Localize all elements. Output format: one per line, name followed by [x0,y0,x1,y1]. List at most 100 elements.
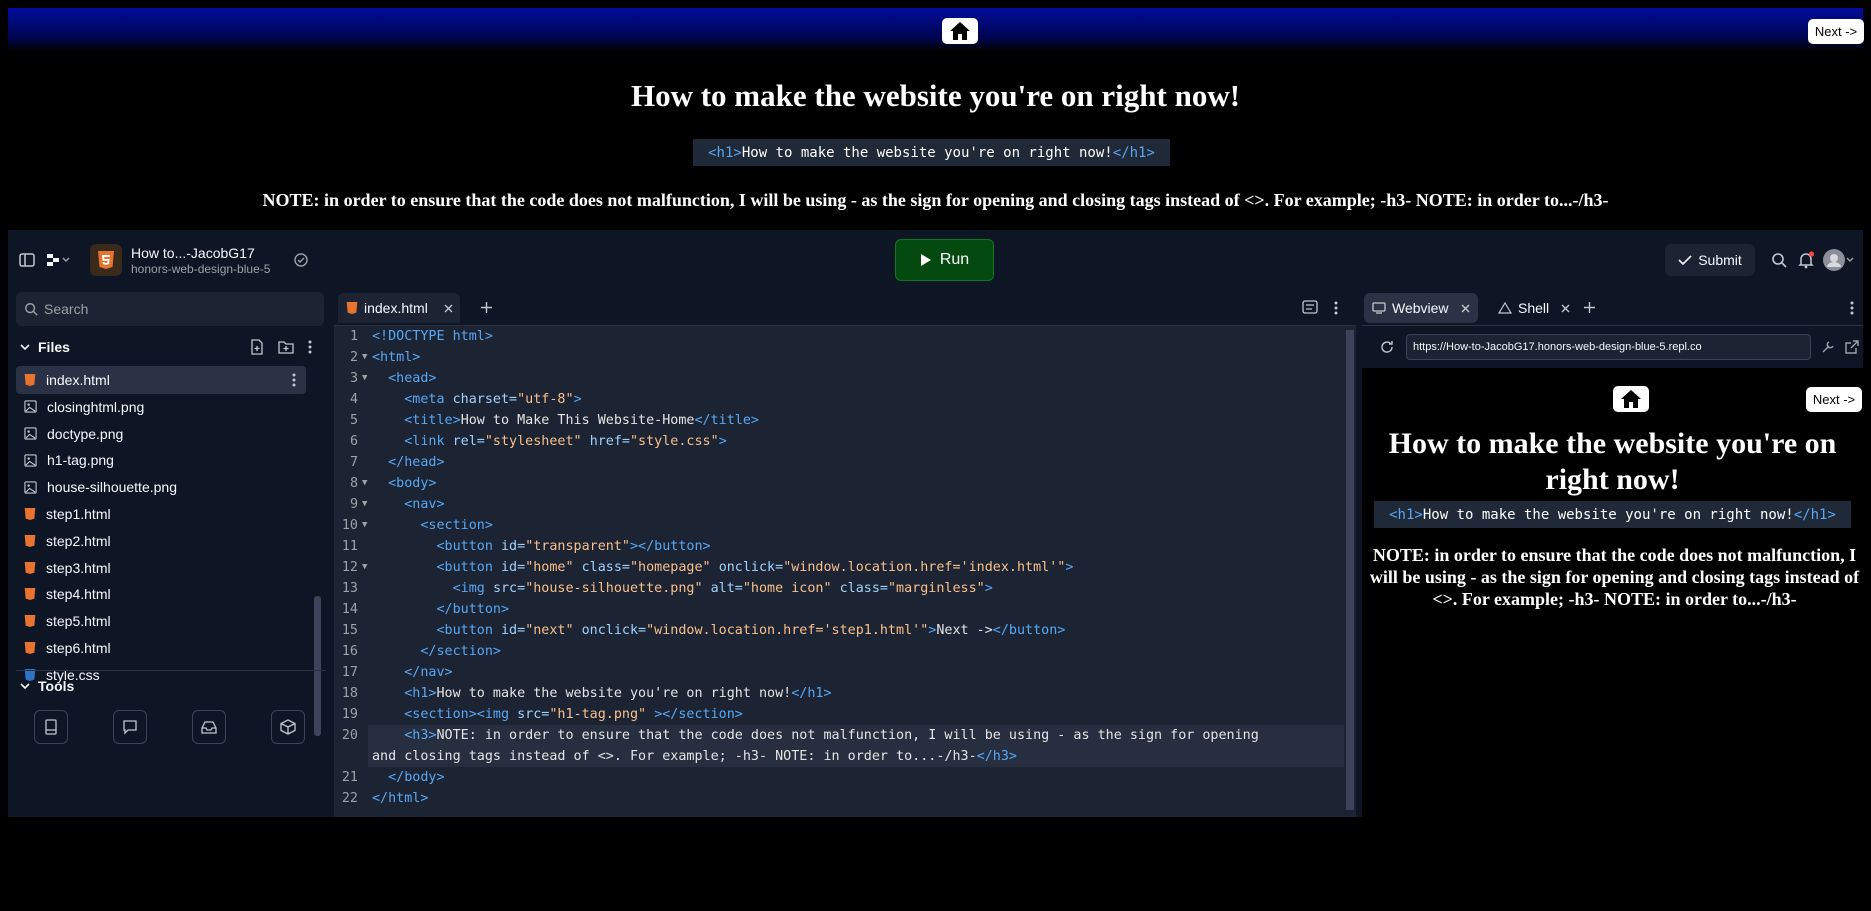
page-note: NOTE: in order to ensure that the code d… [1369,545,1860,609]
code-line: </section> [420,644,501,659]
house-icon [1620,389,1642,409]
inbox-tool-button[interactable] [192,710,226,744]
refresh-icon[interactable] [1380,340,1394,354]
tab-label: Shell [1518,300,1550,316]
code-line: </button> [436,602,510,617]
fold-icon[interactable]: ▼ [362,515,367,536]
new-file-icon[interactable] [250,339,264,355]
submit-label: Submit [1698,252,1742,268]
bell-icon[interactable] [1797,251,1815,269]
page-heading: How to make the website you're on right … [1388,427,1837,496]
sidebar-toggle-icon[interactable] [18,251,36,269]
search-icon[interactable] [1770,251,1788,269]
fold-icon[interactable]: ▼ [362,557,367,578]
close-icon[interactable] [1461,304,1470,313]
code-line: </body> [388,770,445,785]
code-line: <nav> [404,497,445,512]
code-line: </head> [388,455,445,470]
next-button[interactable]: Next -> [1806,387,1862,412]
home-button[interactable] [942,18,978,44]
url-bar[interactable]: https://How-to-JacobG17.honors-web-desig… [1406,334,1811,360]
file-item[interactable]: closinghtml.png [16,393,306,421]
file-name: index.html [46,372,110,388]
file-item[interactable]: step1.html [16,500,306,528]
html-file-icon [24,561,36,575]
chevron-down-icon [20,343,30,351]
fold-icon[interactable]: ▼ [362,368,367,389]
line-number: 6 [349,434,358,449]
home-button[interactable] [1613,386,1649,412]
close-icon[interactable] [444,304,453,313]
file-item[interactable]: step2.html [16,527,306,555]
more-options-icon[interactable] [308,340,312,354]
file-item[interactable]: step3.html [16,554,306,582]
more-options-icon[interactable] [1850,301,1854,315]
line-number: 17 [341,665,358,680]
packages-tool-button[interactable] [271,710,305,744]
html5-logo-icon [90,244,122,276]
line-number: 10 [341,518,358,533]
fold-icon[interactable]: ▼ [362,494,367,515]
run-button[interactable]: Run [895,239,994,281]
next-button[interactable]: Next -> [1808,19,1864,44]
close-icon[interactable] [1561,304,1570,313]
code-line: <link rel="stylesheet" href="style.css"> [404,434,727,449]
tab-label: index.html [364,300,428,316]
editor-scrollbar[interactable] [1346,330,1354,810]
replit-menu-icon[interactable] [46,251,72,269]
file-name: step4.html [46,586,111,603]
file-name: step1.html [46,506,111,522]
file-item[interactable]: house-silhouette.png [16,473,306,501]
add-tab-icon[interactable] [1583,301,1596,314]
file-item[interactable]: index.html [16,366,306,394]
webview-pane: Webview Shell https://How-to-JacobG17.ho… [1362,290,1863,817]
add-tab-icon[interactable] [480,301,493,314]
file-item[interactable]: doctype.png [16,420,306,448]
code-line: <html> [372,350,421,365]
tab-webview[interactable]: Webview [1364,293,1478,323]
webview-preview[interactable]: Next -> How to make the website you're o… [1362,368,1863,817]
avatar[interactable] [1822,248,1854,272]
line-number: 20 [341,728,358,743]
files-section-header[interactable]: Files [16,332,326,362]
sidebar-scrollbar[interactable] [314,596,321,736]
code-line: <title>How to Make This Website-Home</ti… [404,413,759,428]
line-number: 4 [349,392,358,407]
code-line: <h1>How to make the website you're on ri… [404,686,832,701]
line-number: 5 [349,413,358,428]
code-sample: <h1> How to make the website you're on ri… [1374,501,1851,528]
devtools-wrench-icon[interactable] [1821,340,1835,354]
project-name[interactable]: How to...-JacobG17 [131,245,255,261]
line-number: 11 [341,539,358,554]
file-item[interactable]: h1-tag.png [16,446,306,474]
line-number: 9 [349,497,358,512]
open-new-tab-icon[interactable] [1845,340,1859,354]
cube-icon [280,719,296,735]
cloud-sync-icon[interactable] [292,251,310,269]
code-area[interactable]: 1 2 3 4 5 6 7 8 9 10 11 12 13 14 15 16 17 18 19 20 21 22 ▼ ▼ … [334,326,1346,817]
code-line: <img src="house-silhouette.png" alt="hom… [452,581,993,596]
more-options-icon[interactable] [1334,301,1338,315]
replit-workspace: How to...-JacobG17 honors-web-design-blu… [8,230,1863,817]
file-item[interactable]: step4.html [16,580,306,608]
page-nav-bar: Next -> [8,8,1864,51]
more-options-icon[interactable] [292,373,296,387]
file-item[interactable]: step6.html [16,634,306,662]
file-item[interactable]: step5.html [16,607,306,635]
file-name: house-silhouette.png [47,479,177,496]
chat-tool-button[interactable] [113,710,147,744]
tab-shell[interactable]: Shell [1490,293,1578,323]
tools-section-header[interactable]: Tools [16,670,326,700]
editor-settings-icon[interactable] [1302,300,1318,314]
new-folder-icon[interactable] [278,340,294,354]
search-input[interactable]: Search [16,292,324,326]
submit-button[interactable]: Submit [1665,244,1755,276]
fold-icon[interactable]: ▼ [362,347,367,368]
line-number: 16 [341,644,358,659]
tab-index-html[interactable]: index.html [338,293,460,323]
docs-tool-button[interactable] [34,710,68,744]
code-editor[interactable]: index.html 1 2 3 4 5 6 7 8 9 10 11 12 13 14 15 16 17 18 19… [334,290,1356,817]
line-number: 2 [349,350,358,365]
code-line: and closing tags instead of <>. For exam… [372,749,1017,764]
fold-icon[interactable]: ▼ [362,473,367,494]
